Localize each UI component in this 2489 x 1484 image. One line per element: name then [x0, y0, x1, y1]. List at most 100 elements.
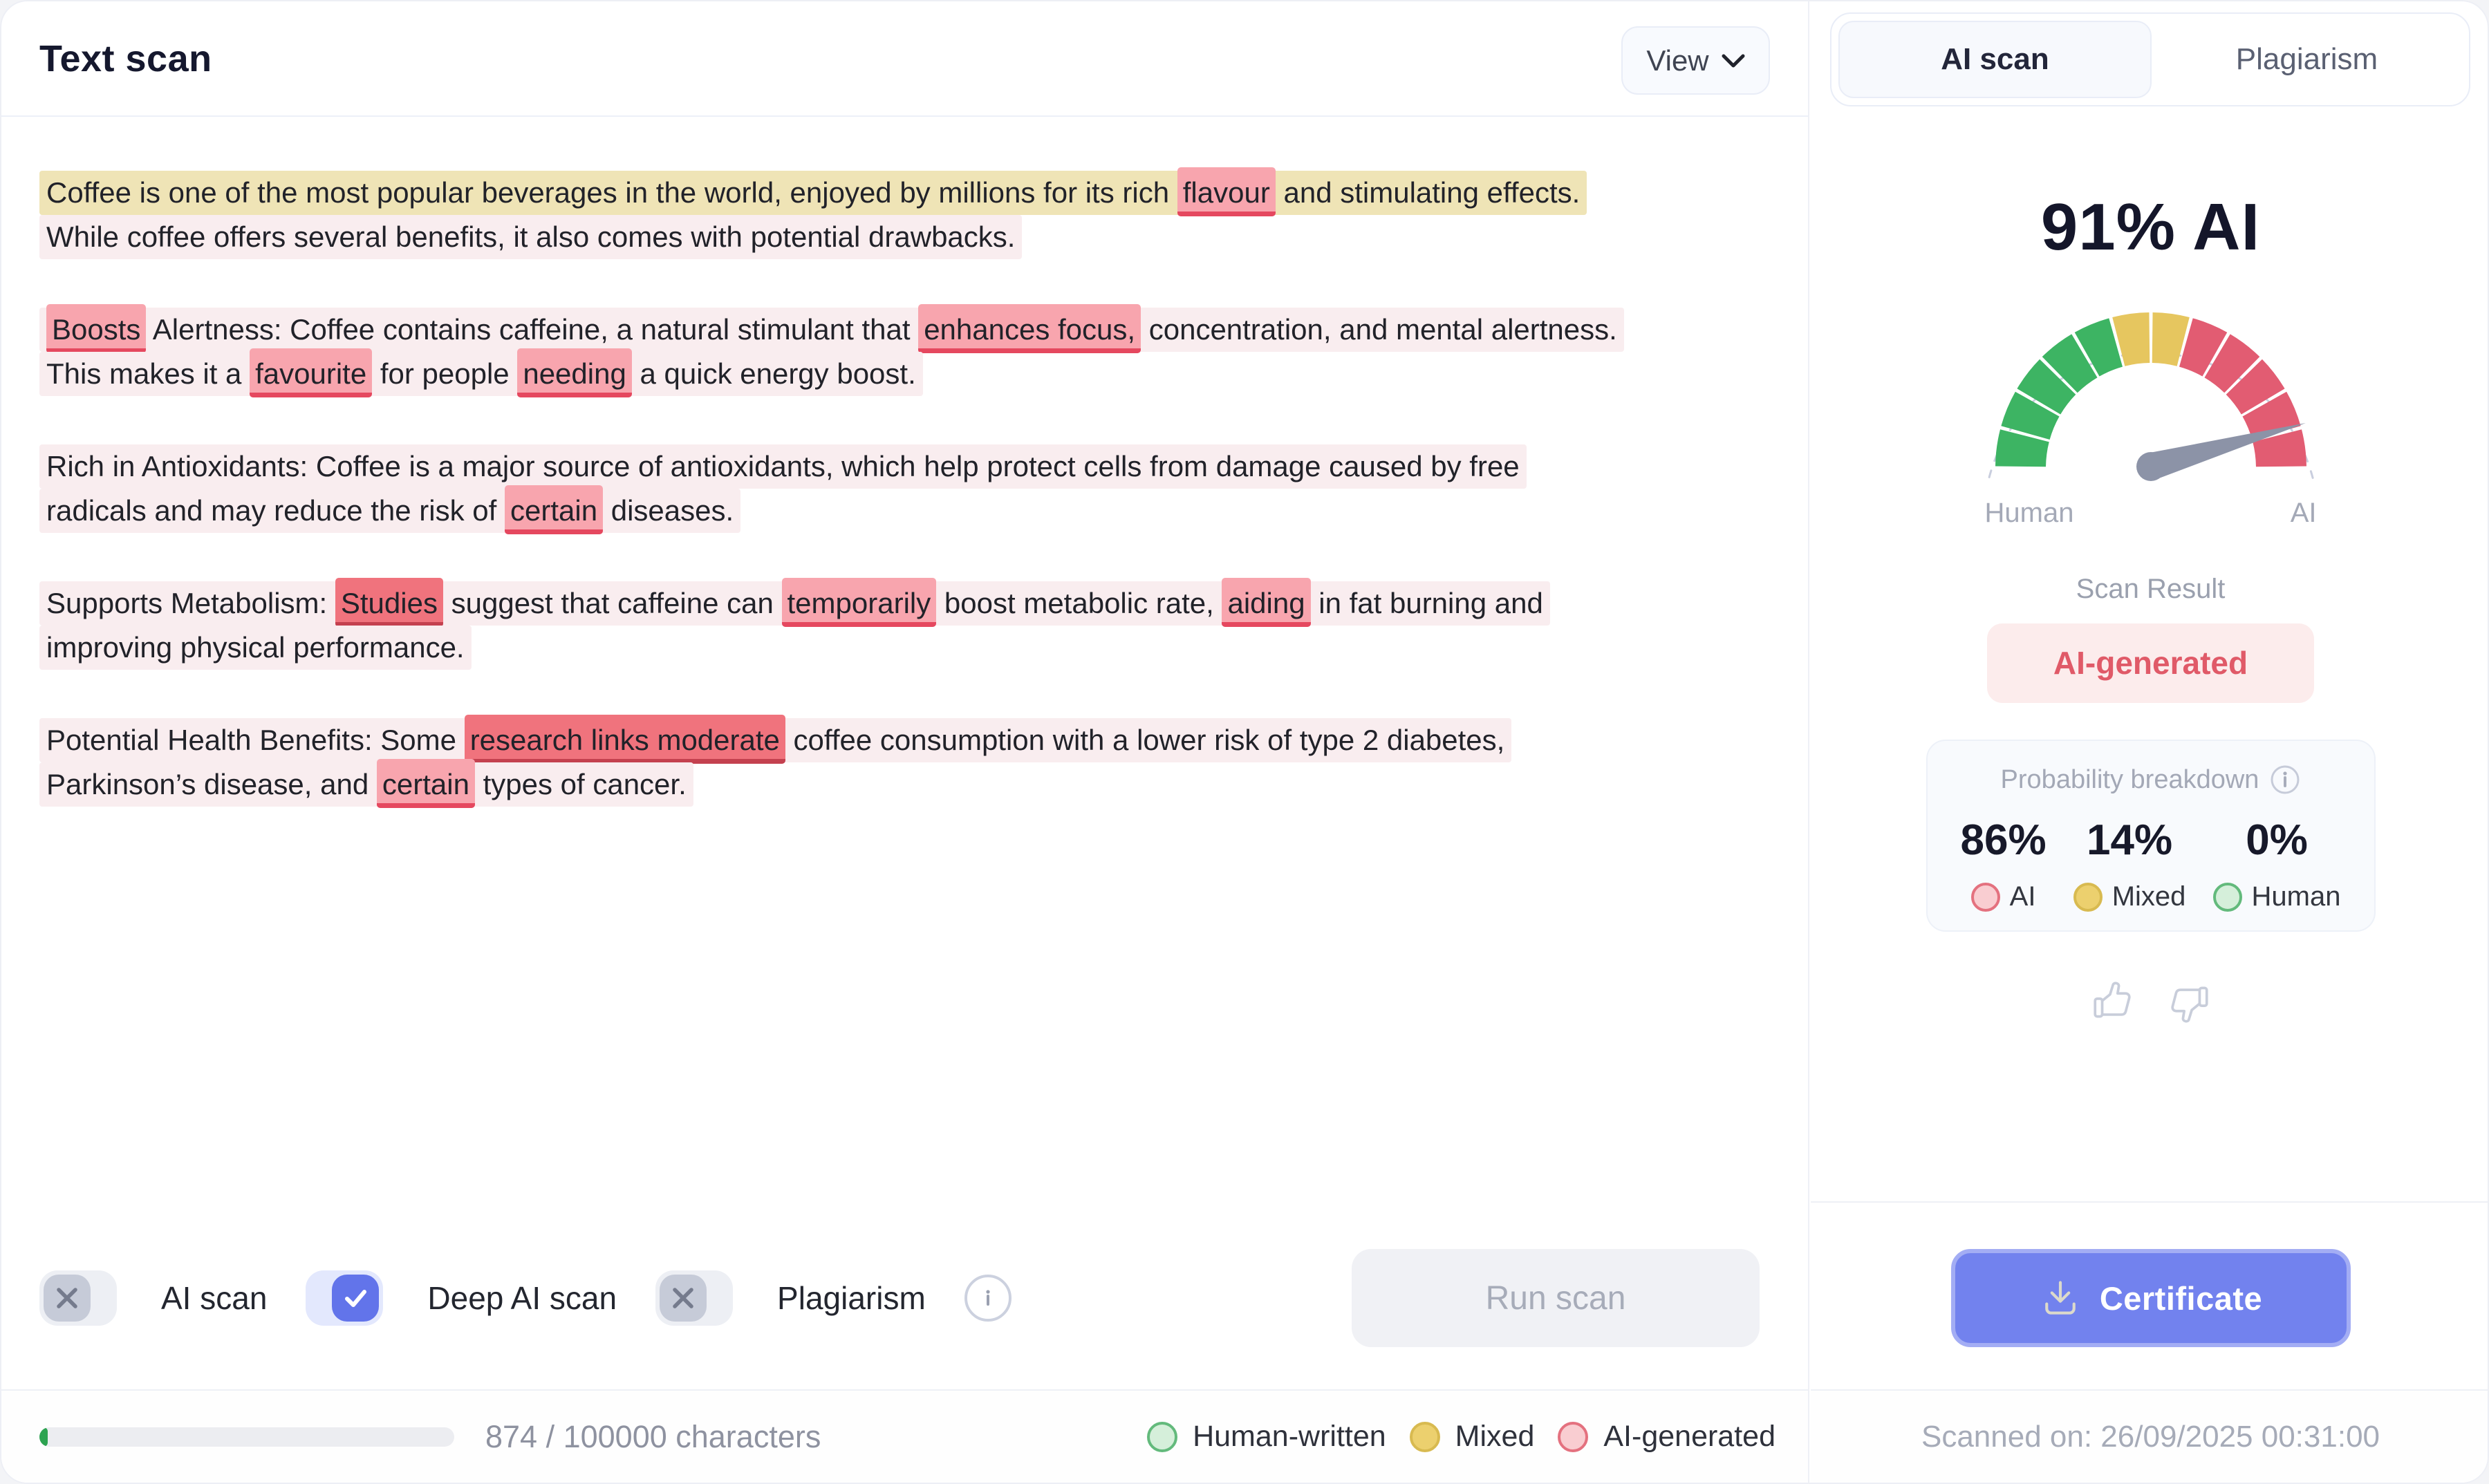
toggle-group-plagiarism: Plagiarism	[655, 1270, 926, 1326]
probability-label: AI	[2010, 881, 2036, 912]
ai-sentence-highlight: Boosts Alertness: Coffee contains caffei…	[39, 308, 1624, 352]
flagged-word[interactable]: certain	[377, 759, 475, 808]
legend-item-mixed: Mixed	[1410, 1420, 1535, 1454]
gauge-chart	[1978, 295, 2324, 485]
scan-result-row: AI-generated	[1811, 623, 2489, 703]
ai-sentence-highlight: Supports Metabolism: Studies suggest tha…	[39, 581, 1550, 626]
legend-label: Human-written	[1193, 1420, 1386, 1454]
flagged-word[interactable]: needing	[517, 348, 631, 397]
toggle-plagiarism[interactable]	[655, 1270, 733, 1326]
chevron-down-icon	[1722, 53, 1745, 68]
result-tabs: AI scan Plagiarism	[1830, 12, 2470, 106]
toggle-group-deep-ai-scan: Deep AI scan	[306, 1270, 617, 1326]
run-scan-button[interactable]: Run scan	[1352, 1249, 1760, 1347]
certificate-button-label: Certificate	[2100, 1279, 2262, 1317]
probability-dot-ai	[1971, 883, 2000, 912]
legend-dot-mixed	[1410, 1422, 1440, 1452]
paragraph: Coffee is one of the most popular bevera…	[39, 171, 1787, 259]
paragraph: Boosts Alertness: Coffee contains caffei…	[39, 308, 1787, 396]
probability-label: Human	[2252, 881, 2341, 912]
ai-sentence-highlight: radicals and may reduce the risk of cert…	[39, 489, 740, 533]
tab-plagiarism-label: Plagiarism	[2236, 42, 2378, 77]
text-scan-app: Text scan View Coffee is one of the most…	[0, 0, 2489, 1484]
toggle-label-deep-ai-scan: Deep AI scan	[427, 1279, 617, 1317]
paragraph: Rich in Antioxidants: Coffee is a major …	[39, 444, 1787, 533]
download-icon	[2039, 1277, 2082, 1319]
probability-item-mixed: 14% Mixed	[2073, 816, 2186, 912]
text-line: Potential Health Benefits: Some research…	[39, 718, 1787, 762]
probability-value: 86%	[1961, 816, 2047, 865]
mixed-sentence-highlight: Coffee is one of the most popular bevera…	[39, 171, 1587, 215]
main-footer: 874 / 100000 characters Human-written Mix…	[1, 1389, 1808, 1483]
gauge-label-human: Human	[1985, 498, 2074, 529]
sidebar-divider	[1811, 1201, 2489, 1203]
ai-sentence-highlight: Rich in Antioxidants: Coffee is a major …	[39, 444, 1527, 489]
flagged-word[interactable]: certain	[505, 485, 603, 534]
certificate-button[interactable]: Certificate	[1951, 1249, 2351, 1347]
ai-sentence-highlight: While coffee offers several benefits, it…	[39, 215, 1022, 259]
page-title: Text scan	[39, 37, 212, 80]
probability-item-ai: 86% AI	[1961, 816, 2047, 912]
paragraph: Potential Health Benefits: Some research…	[39, 718, 1787, 807]
text-line: Boosts Alertness: Coffee contains caffei…	[39, 308, 1787, 352]
character-count: 874 / 100000 characters	[485, 1419, 821, 1455]
scan-options-info-icon[interactable]	[964, 1275, 1012, 1322]
text-line: Supports Metabolism: Studies suggest tha…	[39, 581, 1787, 626]
flagged-word[interactable]: research links moderate	[465, 715, 785, 764]
flagged-word[interactable]: Studies	[335, 578, 443, 627]
flagged-word[interactable]: temporarily	[782, 578, 937, 627]
sidebar-footer: Scanned on: 26/09/2025 00:31:00	[1811, 1389, 2489, 1483]
info-icon[interactable]	[2270, 764, 2300, 795]
feedback-row	[1811, 979, 2489, 1025]
tab-ai-scan-label: AI scan	[1941, 42, 2049, 77]
text-line: Rich in Antioxidants: Coffee is a major …	[39, 444, 1787, 489]
probability-value: 14%	[2073, 816, 2186, 865]
flagged-word[interactable]: aiding	[1222, 578, 1310, 627]
probability-label: Mixed	[2112, 881, 2186, 912]
legend-dot-ai	[1558, 1422, 1588, 1452]
probability-dot-human	[2213, 883, 2242, 912]
probability-values: 86% AI 14% Mixed 0% Human	[1946, 816, 2356, 912]
ai-sentence-highlight: Potential Health Benefits: Some research…	[39, 718, 1511, 762]
tab-ai-scan[interactable]: AI scan	[1838, 21, 2152, 98]
ai-gauge: Human AI	[1978, 295, 2324, 529]
flagged-word[interactable]: enhances focus,	[918, 304, 1141, 353]
paragraph: Supports Metabolism: Studies suggest tha…	[39, 581, 1787, 670]
probability-breakdown-card: Probability breakdown 86% AI 14% Mixed 0% Hum…	[1926, 740, 2376, 932]
gauge-label-ai: AI	[2291, 498, 2317, 529]
flagged-word[interactable]: flavour	[1177, 167, 1276, 216]
probability-item-human: 0% Human	[2213, 816, 2341, 912]
scan-result-badge: AI-generated	[1987, 623, 2314, 703]
results-sidebar: AI scan Plagiarism 91% AI Human AI Scan …	[1811, 1, 2489, 1483]
ai-sentence-highlight: This makes it a favourite for people nee…	[39, 352, 923, 396]
x-icon	[44, 1275, 91, 1322]
legend-item-ai-generated: AI-generated	[1558, 1420, 1775, 1454]
toggle-label-plagiarism: Plagiarism	[777, 1279, 926, 1317]
thumbs-up-icon[interactable]	[2089, 979, 2135, 1025]
text-line: Parkinson’s disease, and certain types o…	[39, 762, 1787, 807]
flagged-word[interactable]: Boosts	[46, 304, 146, 353]
probability-value: 0%	[2213, 816, 2341, 865]
ai-sentence-highlight: Parkinson’s disease, and certain types o…	[39, 762, 693, 807]
ai-score: 91% AI	[1811, 189, 2489, 265]
toggle-deep-ai-scan[interactable]	[306, 1270, 383, 1326]
character-progress-bar	[39, 1427, 454, 1447]
flagged-word[interactable]: favourite	[250, 348, 372, 397]
view-dropdown-label: View	[1646, 44, 1708, 77]
probability-breakdown-title: Probability breakdown	[2001, 765, 2259, 795]
highlight-legend: Human-written Mixed AI-generated	[1147, 1420, 1775, 1454]
tab-plagiarism[interactable]: Plagiarism	[2152, 21, 2462, 98]
text-line: While coffee offers several benefits, it…	[39, 215, 1787, 259]
toggle-ai-scan[interactable]	[39, 1270, 117, 1326]
main-header: Text scan View	[1, 1, 1808, 117]
scanned-on-text: Scanned on: 26/09/2025 00:31:00	[1921, 1420, 2380, 1454]
legend-item-human-written: Human-written	[1147, 1420, 1386, 1454]
legend-label: AI-generated	[1603, 1420, 1775, 1454]
scan-result-label: Scan Result	[1811, 574, 2489, 605]
view-dropdown-button[interactable]: View	[1621, 26, 1770, 95]
legend-label: Mixed	[1455, 1420, 1535, 1454]
scanned-text-document[interactable]: Coffee is one of the most popular bevera…	[39, 171, 1787, 855]
thumbs-down-icon[interactable]	[2167, 979, 2212, 1025]
toggle-group-ai-scan: AI scan	[39, 1270, 267, 1326]
toggle-label-ai-scan: AI scan	[161, 1279, 267, 1317]
